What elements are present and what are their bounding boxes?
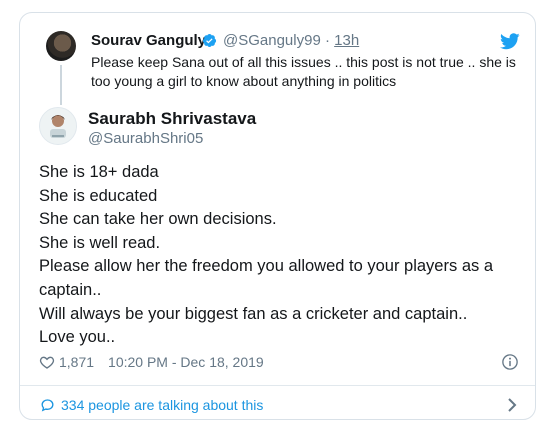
verified-badge-icon bbox=[202, 34, 217, 47]
author-avatar[interactable] bbox=[39, 107, 77, 145]
chevron-right-icon[interactable] bbox=[507, 397, 517, 413]
parent-timestamp[interactable]: 13h bbox=[334, 32, 359, 49]
parent-author-name[interactable]: Sourav Ganguly bbox=[91, 32, 206, 49]
tweet-line: She can take her own decisions. bbox=[39, 210, 277, 229]
speech-bubble-icon bbox=[41, 399, 54, 412]
tweet-embed-card: Sourav Ganguly @SGanguly99 · 13h Please … bbox=[19, 12, 536, 420]
parent-tweet-text: Please keep Sana out of all this issues … bbox=[91, 54, 516, 89]
tweet-line: Will always be your biggest fan as a cri… bbox=[39, 304, 468, 323]
parent-handle-and-time: @SGanguly99 · 13h bbox=[223, 32, 359, 49]
separator-dot: · bbox=[324, 32, 330, 49]
tweet-line: She is well read. bbox=[39, 233, 161, 252]
tweet-line: She is educated bbox=[39, 186, 158, 205]
tweet-timestamp[interactable]: 10:20 PM - Dec 18, 2019 bbox=[108, 354, 264, 370]
twitter-bird-icon[interactable] bbox=[500, 33, 520, 50]
author-name[interactable]: Saurabh Shrivastava bbox=[88, 109, 256, 129]
tweet-line: Love you.. bbox=[39, 328, 116, 347]
tweet-line: Please allow her the freedom you allowed… bbox=[39, 257, 493, 299]
conversation-link[interactable]: 334 people are talking about this bbox=[39, 395, 517, 415]
like-count[interactable]: 1,871 bbox=[59, 354, 94, 370]
tweet-line: She is 18+ dada bbox=[39, 163, 159, 181]
author-handle[interactable]: @SaurabhShri05 bbox=[88, 130, 203, 147]
footer-divider bbox=[20, 385, 535, 386]
talking-about-text[interactable]: 334 people are talking about this bbox=[61, 397, 263, 413]
parent-handle[interactable]: @SGanguly99 bbox=[223, 32, 321, 49]
tweet-meta-row: 1,871 10:20 PM - Dec 18, 2019 bbox=[39, 353, 519, 371]
tweet-body: She is 18+ dada She is educated She can … bbox=[39, 161, 519, 350]
thread-connector-line bbox=[60, 65, 62, 105]
parent-avatar[interactable] bbox=[46, 31, 76, 61]
author-avatar-image bbox=[40, 108, 76, 144]
heart-icon[interactable] bbox=[39, 354, 55, 370]
info-icon[interactable] bbox=[501, 353, 519, 371]
